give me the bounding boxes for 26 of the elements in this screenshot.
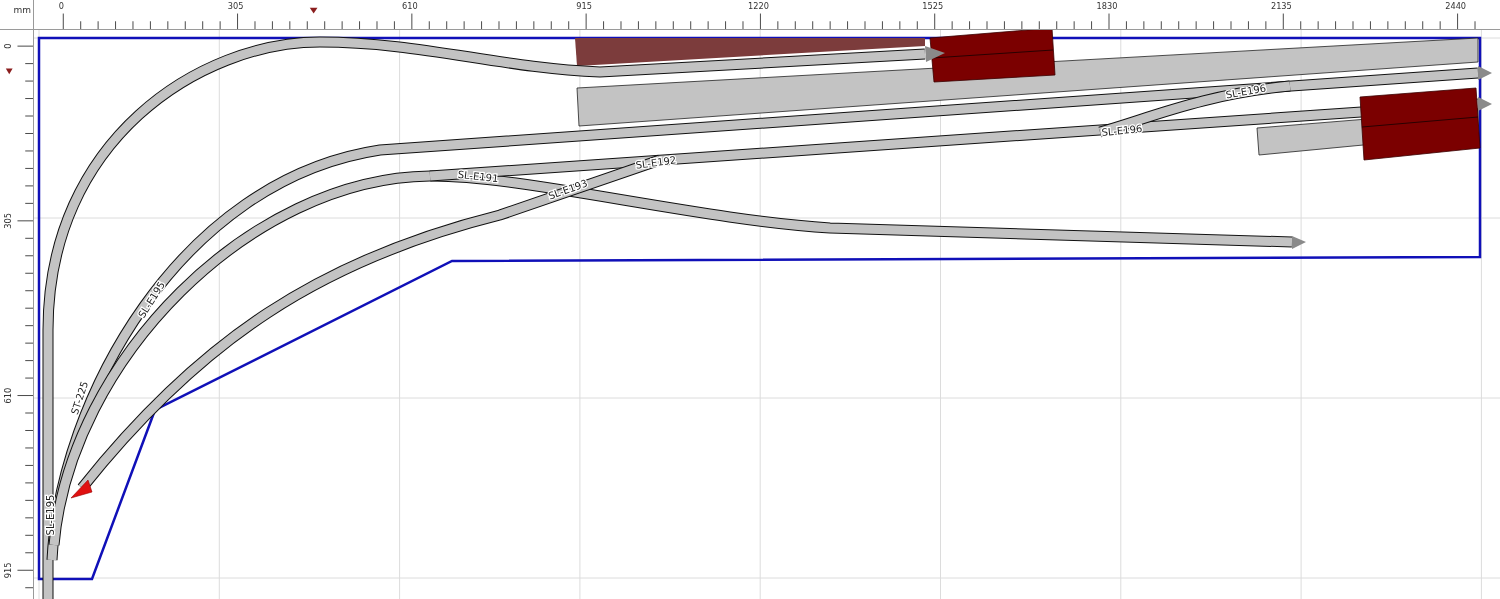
ruler-label: 915	[2, 562, 13, 579]
track-label: SL-E196	[1224, 82, 1267, 101]
ruler-unit: mm	[13, 6, 31, 15]
track-label: SL-E191	[457, 168, 499, 185]
ruler-label: 610	[402, 0, 418, 11]
track-end-arrow-icon	[1478, 97, 1492, 111]
ruler-label: 1525	[922, 0, 944, 11]
ruler-label: 610	[2, 387, 13, 404]
ruler-label: 2440	[1445, 0, 1467, 11]
track-end-arrow-icon	[1478, 66, 1492, 80]
ruler-label: 1830	[1096, 0, 1118, 11]
ruler-label: 305	[2, 212, 13, 229]
ruler-label: 915	[576, 0, 593, 11]
cursor-marker-icon	[5, 68, 13, 75]
ruler-label: 305	[227, 0, 244, 11]
track-end-arrow-icon	[1292, 236, 1306, 249]
ruler-label: 1220	[748, 0, 769, 11]
track-label: ST-225	[69, 379, 91, 416]
ruler-label: 0	[2, 43, 13, 49]
track-end-arrow-icon	[925, 46, 945, 62]
cursor-marker-icon	[309, 7, 318, 14]
track-label: SL-E195	[45, 494, 56, 536]
track-end-arrow-icon	[70, 479, 93, 499]
ruler-label: 0	[58, 0, 64, 11]
ruler-label: 2135	[1270, 0, 1292, 11]
track-label: SL-E192	[635, 154, 677, 171]
